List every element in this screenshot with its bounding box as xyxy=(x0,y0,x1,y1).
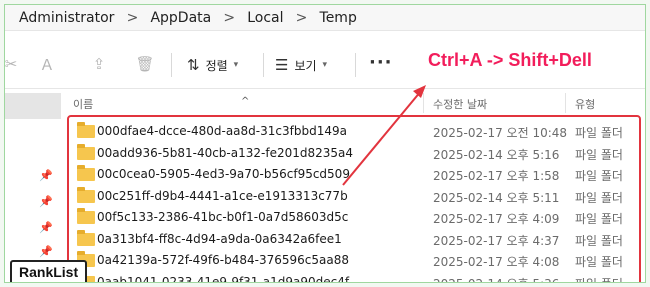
file-name: 00c251ff-d9b4-4441-a1ce-e1913313c77b xyxy=(97,188,348,203)
file-row[interactable]: 0a42139a-572f-49f6-b484-376596c5aa88 2025… xyxy=(67,250,641,272)
file-date: 2025-02-17 오후 1:58 xyxy=(433,169,560,183)
toolbar-divider xyxy=(355,53,356,77)
sort-icon: ⇅ xyxy=(187,56,200,74)
folder-icon xyxy=(77,165,95,181)
cut-icon[interactable]: ✂ xyxy=(5,55,21,73)
folder-icon xyxy=(77,186,95,203)
sort-label: 정렬 xyxy=(205,58,228,73)
file-row[interactable]: 00c0cea0-5905-4ed3-9a70-b56cf95cd509 2025… xyxy=(67,164,641,186)
pin-icon[interactable]: 📌 xyxy=(39,195,53,208)
chevron-down-icon: ▾ xyxy=(322,60,328,70)
annotation-text: Ctrl+A -> Shift+Dell xyxy=(428,50,592,70)
file-list: 000dfae4-dcce-480d-aa8d-31c3fbbd149a 2025… xyxy=(67,121,641,283)
column-date[interactable]: 수정한 날짜 xyxy=(433,96,487,112)
navigation-pane: 📌 📌 📌 📌 xyxy=(5,89,61,282)
toolbar-divider xyxy=(263,53,264,77)
file-type: 파일 폴더 xyxy=(575,275,623,283)
file-type: 파일 폴더 xyxy=(575,126,623,140)
file-name: 0a313bf4-ff8c-4d94-a9da-0a6342a6fee1 xyxy=(97,231,342,246)
chevron-down-icon: ▾ xyxy=(233,60,239,70)
pin-icon[interactable]: 📌 xyxy=(39,221,53,234)
breadcrumb-item-appdata[interactable]: AppData xyxy=(146,10,215,26)
file-name: 00add936-5b81-40cb-a132-fe201d8235a4 xyxy=(97,145,354,160)
sort-ascending-icon: ^ xyxy=(241,96,250,107)
column-separator[interactable] xyxy=(565,93,566,113)
file-date: 2025-02-17 오후 4:08 xyxy=(433,255,560,269)
file-type: 파일 폴더 xyxy=(575,147,623,162)
folder-icon xyxy=(77,208,95,224)
pin-icon[interactable]: 📌 xyxy=(39,169,53,182)
file-name: 000dfae4-dcce-480d-aa8d-31c3fbbd149a xyxy=(97,124,347,138)
rename-icon[interactable]: Ａ xyxy=(37,55,57,74)
delete-icon[interactable]: 🗑 xyxy=(135,55,155,73)
file-type: 파일 폴더 xyxy=(575,233,623,248)
column-type[interactable]: 유형 xyxy=(575,96,595,112)
file-date: 2025-02-17 오후 4:37 xyxy=(433,233,560,248)
file-row[interactable]: 00c251ff-d9b4-4441-a1ce-e1913313c77b 2025… xyxy=(67,186,641,208)
breadcrumb-item-administrator[interactable]: Administrator xyxy=(15,10,118,26)
breadcrumb-item-temp[interactable]: Temp xyxy=(316,10,361,26)
folder-icon xyxy=(77,143,95,160)
folder-icon xyxy=(77,229,95,246)
file-type: 파일 폴더 xyxy=(575,169,623,183)
file-row[interactable]: 0a313bf4-ff8c-4d94-a9da-0a6342a6fee1 2025… xyxy=(67,229,641,251)
file-row[interactable]: 00add936-5b81-40cb-a132-fe201d8235a4 2025… xyxy=(67,143,641,165)
file-type: 파일 폴더 xyxy=(575,212,623,226)
column-name[interactable]: 이름 xyxy=(73,96,93,112)
breadcrumb-chevron-icon[interactable]: > xyxy=(215,10,243,26)
file-date: 2025-02-14 오후 5:11 xyxy=(433,190,560,205)
file-type: 파일 폴더 xyxy=(575,255,623,269)
file-name: 0aab1041-0233-41e9-9f31-a1d9a90dec4f xyxy=(97,274,350,283)
share-icon[interactable]: ⇪ xyxy=(89,55,109,73)
more-options-icon[interactable]: ··· xyxy=(369,52,393,73)
breadcrumb-item-local[interactable]: Local xyxy=(243,10,287,26)
file-date: 2025-02-17 오전 10:48 xyxy=(433,126,568,140)
breadcrumb-chevron-icon[interactable]: > xyxy=(118,10,146,26)
watermark-badge: RankList xyxy=(10,260,88,282)
nav-item-selected[interactable] xyxy=(5,93,61,119)
column-header: ^ 이름 수정한 날짜 유형 xyxy=(67,93,645,115)
breadcrumb-chevron-icon[interactable]: > xyxy=(288,10,316,26)
file-row[interactable]: 0aab1041-0233-41e9-9f31-a1d9a90dec4f 2025… xyxy=(67,272,641,283)
sort-button[interactable]: ⇅ 정렬 ▾ xyxy=(187,53,238,77)
view-label: 보기 xyxy=(294,58,317,73)
column-separator[interactable] xyxy=(423,93,424,113)
file-name: 00f5c133-2386-41bc-b0f1-0a7d58603d5c xyxy=(97,210,349,224)
file-row[interactable]: 00f5c133-2386-41bc-b0f1-0a7d58603d5c 2025… xyxy=(67,207,641,229)
view-list-icon: ☰ xyxy=(275,56,289,74)
view-button[interactable]: ☰ 보기 ▾ xyxy=(275,53,327,77)
breadcrumb: Administrator > AppData > Local > Temp xyxy=(5,5,645,31)
file-date: 2025-02-14 오후 5:16 xyxy=(433,147,560,162)
toolbar-divider xyxy=(171,53,172,77)
folder-icon xyxy=(77,122,95,138)
file-name: 00c0cea0-5905-4ed3-9a70-b56cf95cd509 xyxy=(97,167,350,181)
file-type: 파일 폴더 xyxy=(575,190,623,205)
pin-icon[interactable]: 📌 xyxy=(39,245,53,258)
explorer-window: Administrator > AppData > Local > Temp ✂… xyxy=(4,4,646,283)
file-date: 2025-02-17 오후 4:09 xyxy=(433,212,560,226)
file-row[interactable]: 000dfae4-dcce-480d-aa8d-31c3fbbd149a 2025… xyxy=(67,121,641,143)
file-name: 0a42139a-572f-49f6-b484-376596c5aa88 xyxy=(97,253,349,267)
file-date: 2025-02-14 오후 5:36 xyxy=(433,275,559,283)
